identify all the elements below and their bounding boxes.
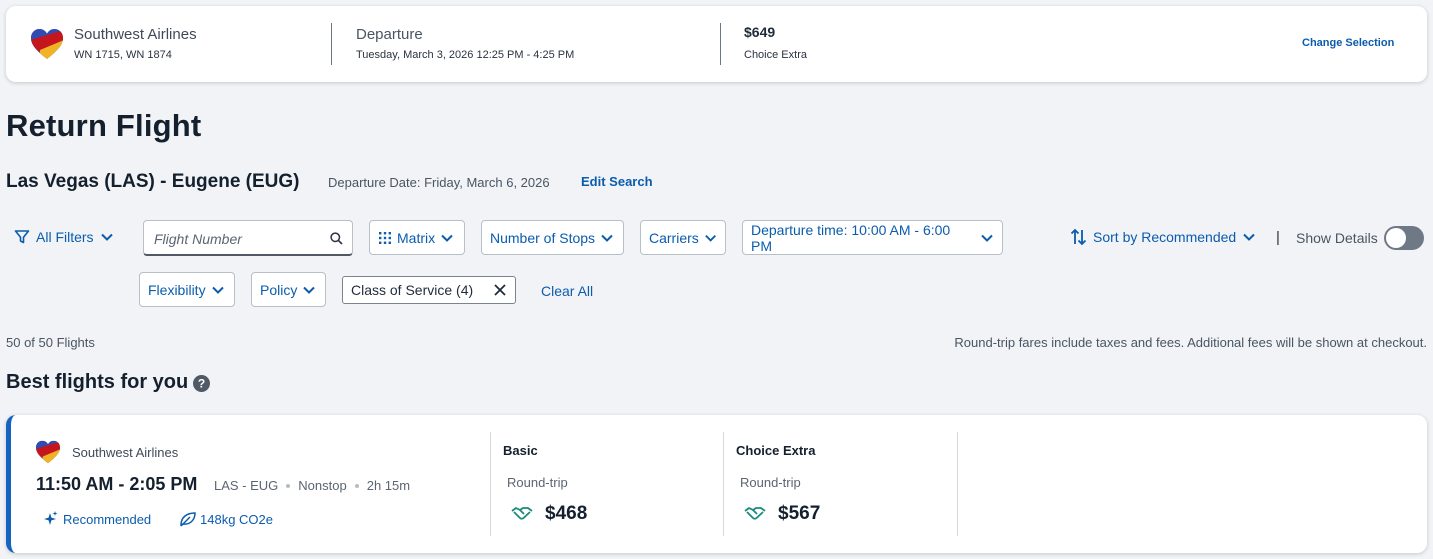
policy-label: Policy [260, 281, 298, 298]
flexibility-button[interactable]: Flexibility [139, 272, 235, 307]
separator: | [1276, 229, 1280, 246]
show-details-label: Show Details [1296, 230, 1378, 246]
flight-number-search[interactable] [143, 220, 353, 256]
edit-search-link[interactable]: Edit Search [581, 174, 653, 189]
leaf-icon [180, 512, 196, 527]
departure-date: Departure Date: Friday, March 6, 2026 [328, 175, 550, 190]
departure-label: Departure [356, 26, 423, 43]
co2-emissions[interactable]: 148kg CO2e [179, 511, 273, 527]
sort-arrows-icon [1070, 228, 1087, 246]
search-icon[interactable] [330, 232, 343, 245]
fare-price-basic: $468 [545, 503, 588, 524]
selected-airline-name: Southwest Airlines [74, 26, 197, 43]
page-title: Return Flight [6, 108, 202, 143]
southwest-heart-logo [31, 29, 63, 59]
flight-meta: LAS - EUG Nonstop 2h 15m [214, 478, 410, 493]
flexibility-label: Flexibility [148, 281, 206, 298]
matrix-button[interactable]: Matrix [369, 220, 465, 255]
selected-flight-numbers: WN 1715, WN 1874 [74, 49, 172, 61]
recommended-label: Recommended [63, 511, 152, 527]
clear-all-link[interactable]: Clear All [541, 283, 593, 299]
number-of-stops-button[interactable]: Number of Stops [481, 220, 624, 255]
dot-separator [286, 483, 291, 488]
number-of-stops-label: Number of Stops [490, 229, 596, 246]
departure-datetime: Tuesday, March 3, 2026 12:25 PM - 4:25 P… [356, 49, 575, 61]
co2-label: 148kg CO2e [200, 511, 273, 527]
flight-duration: 2h 15m [366, 478, 411, 493]
chevron-down-icon [100, 233, 113, 241]
handshake-icon [744, 507, 766, 520]
matrix-label: Matrix [397, 229, 436, 246]
departure-time-button[interactable]: Departure time: 10:00 AM - 6:00 PM [742, 220, 1003, 255]
fare-option-basic[interactable]: $468 [511, 503, 587, 525]
fare-option-choice-extra[interactable]: $567 [744, 503, 820, 525]
fare-divider [490, 432, 491, 536]
fare-trip-basic: Round-trip [507, 475, 568, 490]
southwest-heart-logo [36, 440, 60, 464]
show-details-toggle[interactable] [1384, 226, 1424, 250]
fare-name-basic: Basic [503, 443, 538, 458]
selected-flight-card: Southwest Airlines WN 1715, WN 1874 Depa… [6, 6, 1427, 82]
fare-divider [723, 432, 724, 536]
fare-note: Round-trip fares include taxes and fees.… [954, 335, 1427, 350]
fare-name-choice-extra: Choice Extra [736, 443, 816, 458]
flight-result-card[interactable]: Southwest Airlines 11:50 AM - 2:05 PM LA… [6, 415, 1427, 553]
class-of-service-chip: Class of Service (4) [342, 276, 516, 304]
divider [720, 23, 721, 65]
chevron-down-icon [705, 234, 716, 242]
flight-stops: Nonstop [298, 478, 347, 493]
flight-airline-name: Southwest Airlines [72, 445, 179, 460]
results-count: 50 of 50 Flights [6, 335, 95, 350]
chevron-down-icon [601, 234, 613, 242]
sort-label: Sort by Recommended [1093, 229, 1237, 245]
matrix-grid-icon [379, 231, 391, 244]
route-title: Las Vegas (LAS) - Eugene (EUG) [6, 171, 300, 192]
divider [331, 23, 332, 65]
all-filters-label: All Filters [36, 229, 94, 245]
handshake-icon [511, 507, 533, 520]
fare-price-choice-extra: $567 [778, 503, 821, 524]
change-selection-link[interactable]: Change Selection [1302, 37, 1394, 49]
carriers-button[interactable]: Carriers [640, 220, 726, 255]
selected-price: $649 [744, 24, 776, 40]
chevron-down-icon [1243, 233, 1255, 241]
flight-times: 11:50 AM - 2:05 PM [36, 474, 198, 494]
class-of-service-label: Class of Service (4) [351, 282, 474, 298]
all-filters-button[interactable]: All Filters [14, 229, 114, 245]
carriers-label: Carriers [649, 229, 699, 246]
fare-trip-choice-extra: Round-trip [740, 475, 801, 490]
chevron-down-icon [303, 286, 316, 294]
selected-fare-class: Choice Extra [744, 49, 807, 61]
sparkle-icon [44, 511, 58, 525]
recommended-tag: Recommended [41, 510, 151, 528]
chevron-down-icon [211, 286, 224, 294]
chevron-down-icon [441, 234, 453, 242]
flight-route: LAS - EUG [214, 478, 279, 493]
help-icon[interactable]: ? [193, 375, 210, 392]
svg-text:?: ? [198, 377, 205, 391]
chevron-down-icon [981, 234, 993, 242]
policy-button[interactable]: Policy [251, 272, 326, 307]
departure-time-label: Departure time: 10:00 AM - 6:00 PM [751, 221, 951, 254]
best-flights-title: Best flights for you [6, 371, 189, 393]
close-icon[interactable] [493, 283, 507, 297]
flight-number-input[interactable] [154, 229, 324, 249]
dot-separator [354, 483, 359, 488]
sort-button[interactable]: Sort by Recommended [1070, 228, 1256, 246]
fare-divider [957, 432, 958, 536]
toggle-knob [1386, 228, 1406, 248]
filter-icon [14, 230, 30, 244]
